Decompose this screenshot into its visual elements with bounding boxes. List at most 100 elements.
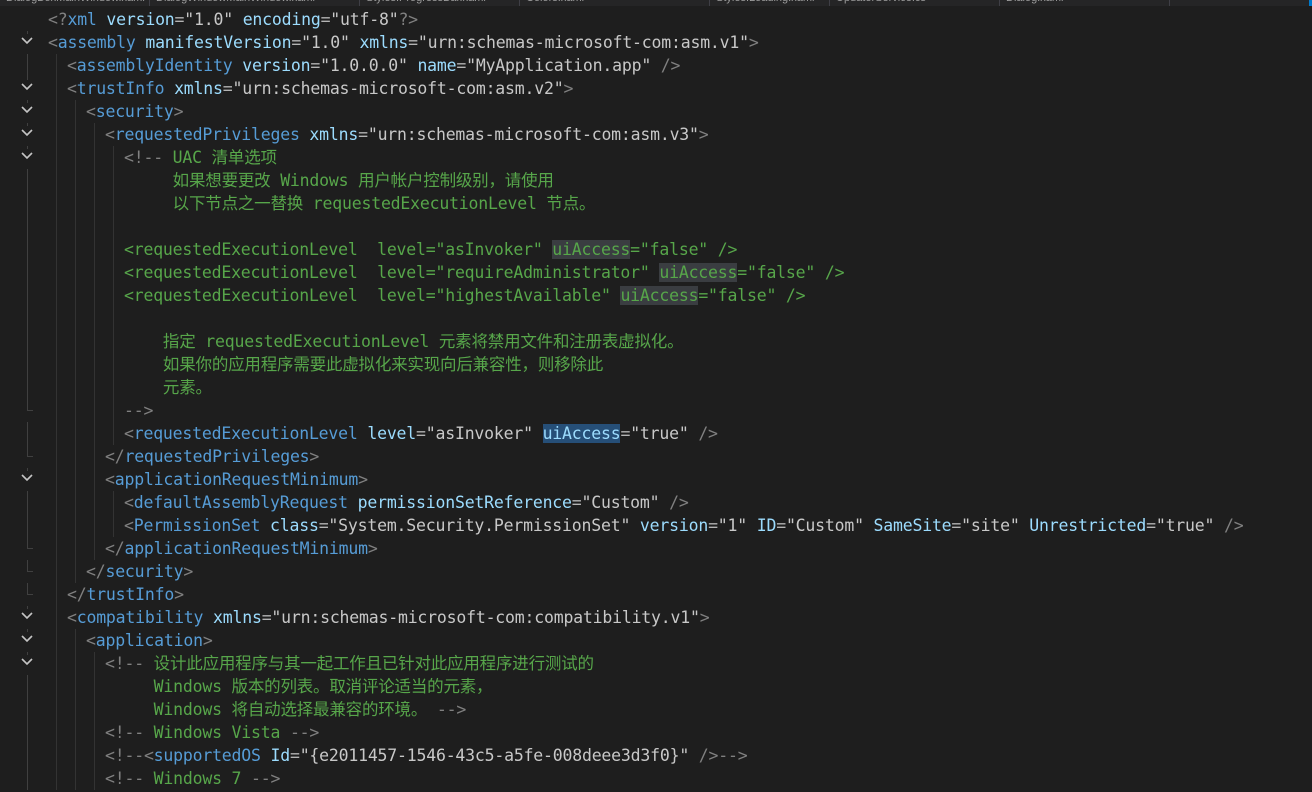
code-token: MyApplication.app <box>475 56 642 75</box>
code-token: = <box>456 56 467 75</box>
code-token: true <box>639 424 679 443</box>
indent-guide <box>94 445 95 468</box>
code-token: " <box>184 10 195 29</box>
indent-guide <box>94 192 95 215</box>
code-token: --> <box>289 723 320 742</box>
code-token: />--> <box>698 746 748 765</box>
code-line[interactable]: 元素。 <box>0 376 1312 399</box>
code-token: <requestedExecutionLevel level="highestA… <box>124 286 621 305</box>
code-line[interactable]: Windows 将自动选择最兼容的环境。 --> <box>0 698 1312 721</box>
chevron-down-icon[interactable] <box>20 34 34 48</box>
code-line[interactable]: <!-- UAC 清单选项 <box>0 146 1312 169</box>
chevron-down-icon[interactable] <box>20 103 34 117</box>
code-line[interactable] <box>0 215 1312 238</box>
code-line[interactable]: 如果想要更改 Windows 用户帐户控制级别，请使用 <box>0 169 1312 192</box>
code-token: " <box>553 79 564 98</box>
code-token: trustInfo <box>86 585 175 604</box>
tab-0[interactable]: DialogBoxMainWindow.xaml <box>0 0 150 6</box>
code-line[interactable]: <!--<supportedOS Id="{e2011457-1546-43c5… <box>0 744 1312 767</box>
code-token: > <box>563 79 574 98</box>
code-editor[interactable]: <?xml version="1.0" encoding="utf-8"?> <a… <box>0 8 1312 792</box>
indent-guide <box>75 468 76 491</box>
code-line[interactable]: </applicationRequestMinimum> <box>0 537 1312 560</box>
code-token: = <box>310 56 321 75</box>
chevron-down-icon[interactable] <box>20 632 34 646</box>
code-line[interactable]: <trustInfo xmlns="urn:schemas-microsoft-… <box>0 77 1312 100</box>
tab-1[interactable]: DialogWindowMainWindow.xaml <box>150 0 360 6</box>
code-token: requestedPrivileges <box>114 125 300 144</box>
indent-guide <box>75 767 76 790</box>
code-token: < <box>67 608 77 627</box>
code-token: Id <box>270 746 290 765</box>
code-line[interactable]: <requestedExecutionLevel level="asInvoke… <box>0 238 1312 261</box>
chevron-down-icon[interactable] <box>20 609 34 623</box>
code-token: " <box>320 56 330 75</box>
code-line[interactable]: <!-- Windows Vista --> <box>0 721 1312 744</box>
code-token: = <box>776 516 786 535</box>
code-line[interactable]: <!-- 设计此应用程序与其一起工作且已针对此应用程序进行测试的 <box>0 652 1312 675</box>
chevron-down-icon[interactable] <box>20 471 34 485</box>
fold-guide <box>27 353 28 376</box>
code-token: Custom <box>591 493 650 512</box>
code-line[interactable]: <requestedExecutionLevel level="highestA… <box>0 284 1312 307</box>
code-line[interactable] <box>0 307 1312 330</box>
indent-guide <box>75 560 76 583</box>
code-token: trustInfo <box>76 79 165 98</box>
code-line[interactable]: <requestedExecutionLevel level="requireA… <box>0 261 1312 284</box>
chevron-down-icon[interactable] <box>20 126 34 140</box>
code-line[interactable]: <security> <box>0 100 1312 123</box>
chevron-down-icon[interactable] <box>20 80 34 94</box>
fold-guide <box>27 468 28 471</box>
code-token: /> <box>660 56 681 75</box>
code-line[interactable]: </security> <box>0 560 1312 583</box>
code-line[interactable]: </trustInfo> <box>0 583 1312 606</box>
fold-guide <box>27 422 28 445</box>
code-line[interactable]: <assembly manifestVersion="1.0" xmlns="u… <box>0 31 1312 54</box>
code-token: " <box>271 608 282 627</box>
code-token: /> <box>698 424 718 443</box>
code-token: 设计此应用程序与其一起工作且已针对此应用程序进行测试的 <box>143 654 594 673</box>
code-line[interactable]: <defaultAssemblyRequest permissionSetRef… <box>0 491 1312 514</box>
tab-3[interactable]: Colors.xaml <box>520 0 710 6</box>
indent-guide <box>94 261 95 284</box>
indent-guide <box>94 376 95 399</box>
chevron-down-icon[interactable] <box>20 149 34 163</box>
code-token: = <box>708 516 718 535</box>
code-line[interactable]: 如果你的应用程序需要此虚拟化来实现向后兼容性，则移除此 <box>0 353 1312 376</box>
code-token: /> <box>669 493 689 512</box>
indent-guide <box>56 353 57 376</box>
tab-6[interactable]: Dialog.xaml <box>1000 0 1170 6</box>
chevron-down-icon[interactable] <box>20 655 34 669</box>
code-token: 以下节点之一替换 requestedExecutionLevel 节点。 <box>124 194 596 213</box>
fold-guide <box>27 77 28 80</box>
code-line[interactable]: <requestedPrivileges xmlns="urn:schemas-… <box>0 123 1312 146</box>
code-text: <requestedExecutionLevel level="asInvoke… <box>124 422 718 445</box>
code-line[interactable]: <PermissionSet class="System.Security.Pe… <box>0 514 1312 537</box>
code-line[interactable]: <application> <box>0 629 1312 652</box>
indent-guide <box>56 675 57 698</box>
code-token: " <box>223 10 233 29</box>
code-line[interactable]: <?xml version="1.0" encoding="utf-8"?> <box>0 8 1312 31</box>
code-line[interactable]: <compatibility xmlns="urn:schemas-micros… <box>0 606 1312 629</box>
code-line[interactable]: <assemblyIdentity version="1.0.0.0" name… <box>0 54 1312 77</box>
tab-4[interactable]: Styles.Loading.xaml <box>710 0 830 6</box>
code-token: urn:schemas-microsoft-com:asm.v3 <box>377 125 690 144</box>
tab-5[interactable]: UpdaterService.cs <box>830 0 1000 6</box>
code-line[interactable]: </requestedPrivileges> <box>0 445 1312 468</box>
indent-guide <box>113 146 114 169</box>
code-token: <!-- <box>105 723 144 742</box>
code-line[interactable]: Windows 版本的列表。取消评论适当的元素， <box>0 675 1312 698</box>
code-line[interactable]: 以下节点之一替换 requestedExecutionLevel 节点。 <box>0 192 1312 215</box>
code-line[interactable]: <!-- Windows 7 --> <box>0 767 1312 790</box>
code-token: uiAccess <box>620 286 699 305</box>
code-line[interactable]: --> <box>0 399 1312 422</box>
code-line[interactable]: 指定 requestedExecutionLevel 元素将禁用文件和注册表虚拟… <box>0 330 1312 353</box>
code-token: 1 <box>727 516 738 535</box>
tab-label: Styles.Loading.xaml <box>710 0 829 6</box>
code-line[interactable]: <requestedExecutionLevel level="asInvoke… <box>0 422 1312 445</box>
code-line[interactable]: <applicationRequestMinimum> <box>0 468 1312 491</box>
tab-2[interactable]: Styles.ProgressBar.xaml <box>360 0 520 6</box>
